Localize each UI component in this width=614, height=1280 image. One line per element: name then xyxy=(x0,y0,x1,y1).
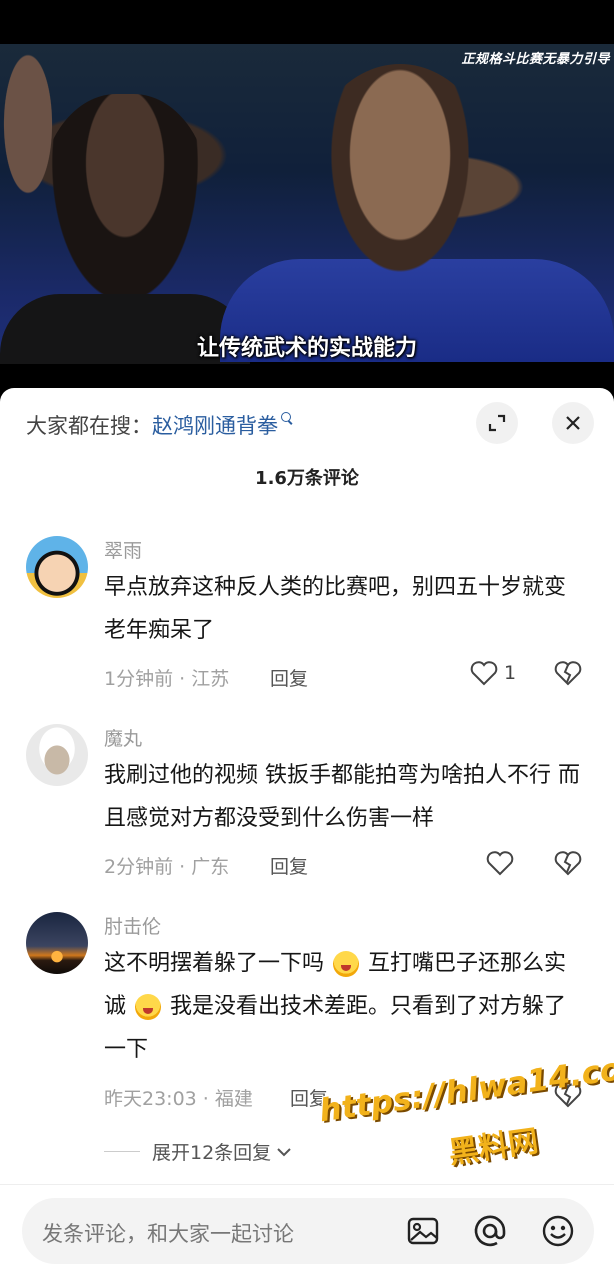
avatar[interactable] xyxy=(26,912,88,974)
expand-replies-button[interactable]: 展开12条回复 xyxy=(104,1138,293,1165)
dislike-icon[interactable] xyxy=(554,850,582,876)
search-icon xyxy=(281,412,295,426)
laughing-crying-emoji-icon xyxy=(333,951,360,977)
comment-text-part: 这不明摆着躲了一下吗 xyxy=(104,951,325,976)
comment-text: 这不明摆着躲了一下吗 互打嘴巴子还那么实诚 我是没看出技术差距。只看到了对方躲了… xyxy=(104,942,584,1071)
comment-username[interactable]: 魔丸 xyxy=(104,724,142,751)
comment-input-placeholder[interactable]: 发条评论，和大家一起讨论 xyxy=(42,1218,294,1248)
like-count: 1 xyxy=(504,662,517,684)
comment-username[interactable]: 肘击伦 xyxy=(104,912,161,939)
comment-meta: 1分钟前 · 江苏 xyxy=(104,668,230,690)
comment-text: 早点放弃这种反人类的比赛吧，别四五十岁就变老年痴呆了 xyxy=(104,575,567,643)
video-frame xyxy=(0,44,614,364)
expand-replies-label: 展开12条回复 xyxy=(152,1142,272,1164)
comment-input-bar[interactable]: 发条评论，和大家一起讨论 xyxy=(22,1198,594,1264)
close-button[interactable] xyxy=(552,402,594,444)
video-corner-tag: 正规格斗比赛无暴力引导 xyxy=(461,52,610,67)
expand-icon xyxy=(488,414,506,432)
fighter-left-figure xyxy=(40,94,210,324)
video-player[interactable]: 正规格斗比赛无暴力引导 让传统武术的实战能力 xyxy=(0,0,614,400)
emoji-icon[interactable] xyxy=(541,1214,575,1248)
trending-search-term[interactable]: 赵鸿刚通背拳 xyxy=(152,410,278,440)
heart-icon[interactable] xyxy=(486,850,514,876)
expand-button[interactable] xyxy=(476,402,518,444)
divider xyxy=(0,1184,614,1185)
reply-button[interactable]: 回复 xyxy=(270,852,308,879)
avatar[interactable] xyxy=(26,536,88,598)
expand-replies-line xyxy=(104,1151,140,1152)
video-subtitle: 让传统武术的实战能力 xyxy=(196,336,417,361)
reply-button[interactable]: 回复 xyxy=(270,664,308,691)
comment-meta: 2分钟前 · 广东 xyxy=(104,856,230,878)
comment-text: 我刷过他的视频 铁扳手都能拍弯为啥拍人不行 而且感觉对方都没受到什么伤害一样 xyxy=(104,763,580,831)
comment-meta: 昨天23:03 · 福建 xyxy=(104,1088,253,1110)
image-icon[interactable] xyxy=(406,1214,440,1248)
mention-icon[interactable] xyxy=(473,1214,507,1248)
comment-text-part: 我是没看出技术差距。只看到了对方躲了一下 xyxy=(104,994,567,1062)
avatar[interactable] xyxy=(26,724,88,786)
laughing-crying-emoji-icon xyxy=(135,994,162,1020)
close-icon xyxy=(566,416,580,430)
comment-username[interactable]: 翠雨 xyxy=(104,536,142,563)
trending-search[interactable]: 大家都在搜： 赵鸿刚通背拳 xyxy=(26,410,295,440)
comment-count: 1.6万条评论 xyxy=(255,468,359,489)
like-button[interactable]: 1 xyxy=(470,660,516,686)
fighter-right-figure xyxy=(300,64,500,324)
trending-search-prefix: 大家都在搜： xyxy=(26,414,152,438)
heart-icon xyxy=(470,661,498,686)
dislike-icon[interactable] xyxy=(554,660,582,686)
chevron-down-icon xyxy=(277,1147,291,1156)
